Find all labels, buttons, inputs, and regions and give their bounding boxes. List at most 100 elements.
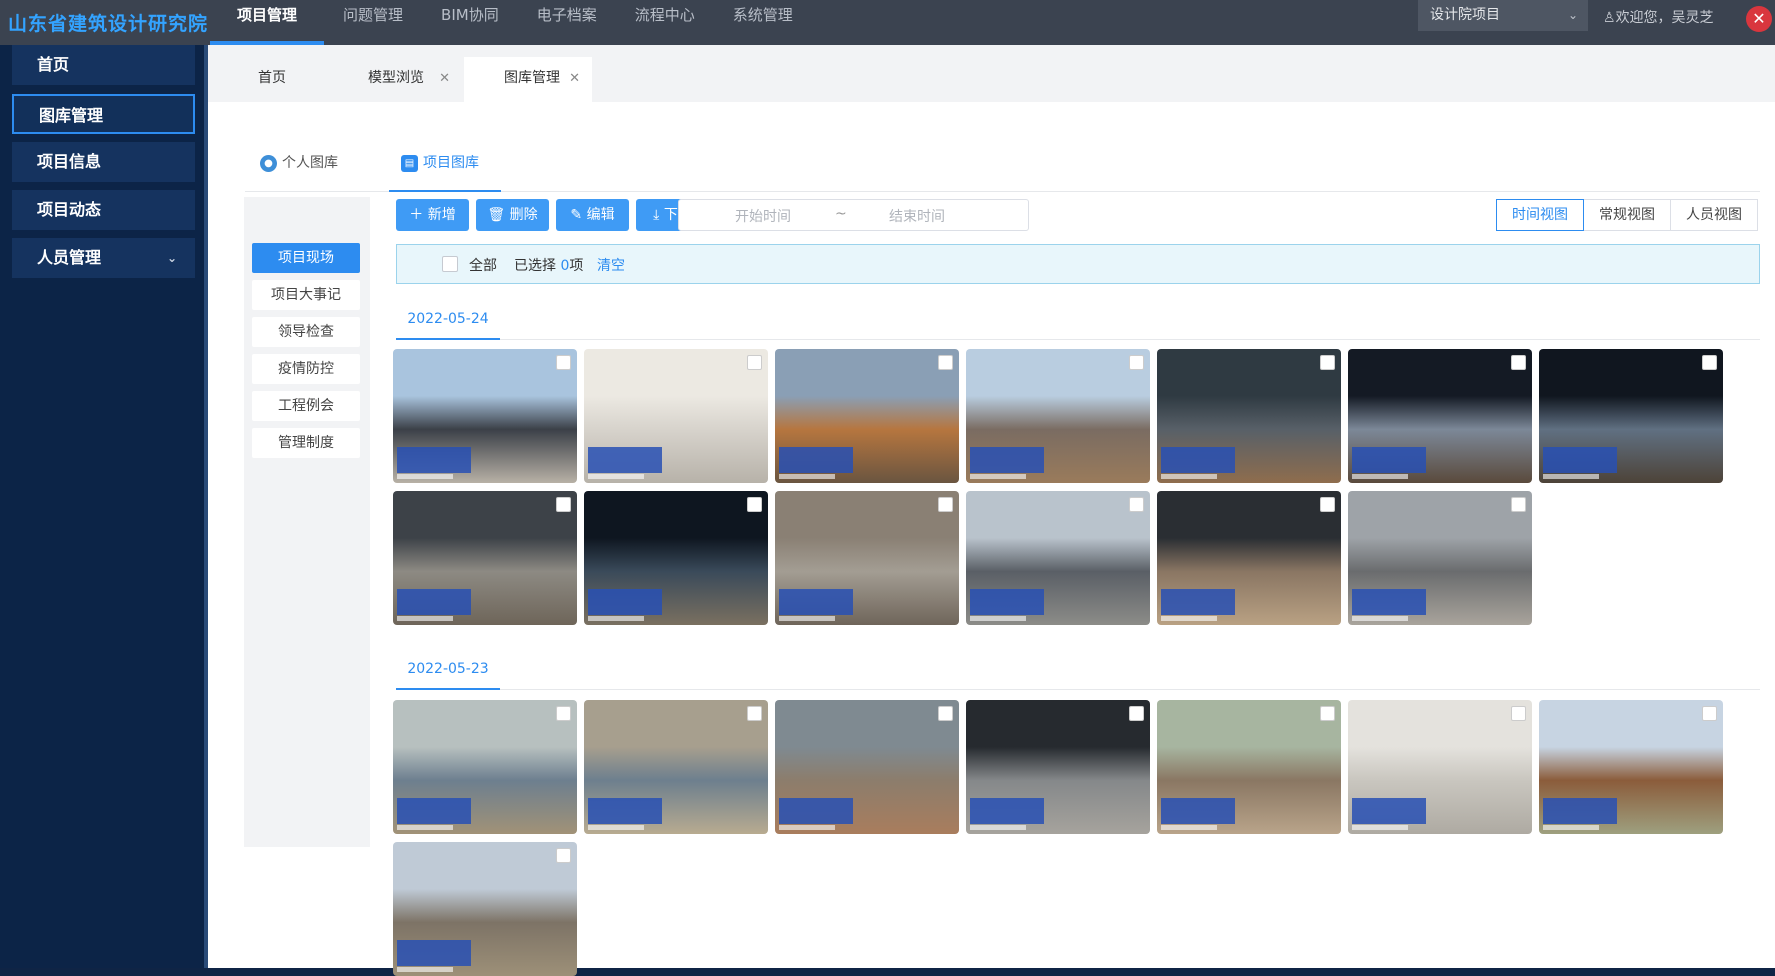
- welcome-text: ♙欢迎您，吴灵芝: [1603, 7, 1714, 27]
- photo-checkbox[interactable]: [1320, 706, 1335, 721]
- close-icon[interactable]: ✕: [569, 57, 580, 100]
- photo-thumbnail[interactable]: [584, 700, 768, 834]
- category-meetings[interactable]: 工程例会: [252, 391, 360, 421]
- photo-checkbox[interactable]: [747, 497, 762, 512]
- category-site[interactable]: 项目现场: [252, 243, 360, 273]
- folder-icon: ▤: [401, 154, 418, 172]
- view-normal-button[interactable]: 常规视图: [1583, 199, 1671, 231]
- photo-thumbnail[interactable]: [775, 349, 959, 483]
- date-range-picker[interactable]: 开始时间 ~ 结束时间: [678, 199, 1029, 231]
- subtab-personal-gallery[interactable]: ● 个人图库: [260, 145, 358, 192]
- project-select[interactable]: 设计院项目 ⌄: [1418, 0, 1588, 31]
- photo-thumbnail[interactable]: [1348, 700, 1532, 834]
- tab-label: 模型浏览: [368, 70, 424, 86]
- download-icon: ⤓: [653, 207, 664, 223]
- photo-checkbox[interactable]: [938, 355, 953, 370]
- tab-gallery-management[interactable]: 图库管理 ✕: [464, 57, 592, 102]
- start-time-input[interactable]: 开始时间: [735, 206, 791, 226]
- delete-button[interactable]: 🗑 删除: [476, 199, 549, 231]
- photo-watermark-line: [588, 616, 644, 621]
- photo-watermark-line: [1352, 616, 1408, 621]
- photo-thumbnail[interactable]: [393, 842, 577, 976]
- photo-checkbox[interactable]: [747, 706, 762, 721]
- topnav-system-management[interactable]: 系统管理: [714, 0, 812, 45]
- sidebar-item-project-info[interactable]: 项目信息: [12, 142, 195, 182]
- photo-thumbnail[interactable]: [393, 700, 577, 834]
- category-rules[interactable]: 管理制度: [252, 428, 360, 458]
- photo-checkbox[interactable]: [1320, 355, 1335, 370]
- photo-checkbox[interactable]: [1511, 706, 1526, 721]
- photo-thumbnail[interactable]: [1157, 491, 1341, 625]
- photo-watermark: [397, 589, 471, 615]
- photo-thumbnail[interactable]: [966, 491, 1150, 625]
- topnav-issue-management[interactable]: 问题管理: [324, 0, 422, 45]
- photo-checkbox[interactable]: [1129, 706, 1144, 721]
- photo-thumbnail[interactable]: [966, 700, 1150, 834]
- photo-thumbnail[interactable]: [775, 700, 959, 834]
- category-milestones[interactable]: 项目大事记: [252, 280, 360, 310]
- topnav-project-management[interactable]: 项目管理: [210, 0, 325, 45]
- category-leader-inspection[interactable]: 领导检查: [252, 317, 360, 347]
- photo-thumbnail[interactable]: [1348, 349, 1532, 483]
- topnav-e-archive[interactable]: 电子档案: [518, 0, 616, 45]
- photo-thumbnail[interactable]: [1157, 349, 1341, 483]
- user-icon: ♙: [1603, 10, 1616, 26]
- sidebar-item-project-news[interactable]: 项目动态: [12, 190, 195, 230]
- photo-checkbox[interactable]: [1702, 706, 1717, 721]
- top-nav: 项目管理 问题管理 BIM协同 电子档案 流程中心 系统管理: [210, 0, 812, 45]
- photo-checkbox[interactable]: [556, 848, 571, 863]
- photo-checkbox[interactable]: [938, 497, 953, 512]
- photo-thumbnail[interactable]: [584, 349, 768, 483]
- photo-checkbox[interactable]: [1511, 355, 1526, 370]
- sidebar-item-gallery[interactable]: 图库管理: [12, 94, 195, 134]
- photo-watermark-line: [779, 474, 835, 479]
- photo-checkbox[interactable]: [556, 355, 571, 370]
- trash-icon: 🗑: [487, 207, 510, 223]
- photo-checkbox[interactable]: [1702, 355, 1717, 370]
- photo-thumbnail[interactable]: [584, 491, 768, 625]
- photo-checkbox[interactable]: [938, 706, 953, 721]
- photo-checkbox[interactable]: [1511, 497, 1526, 512]
- view-person-button[interactable]: 人员视图: [1670, 199, 1758, 231]
- view-timeline-button[interactable]: 时间视图: [1496, 199, 1584, 231]
- end-time-input[interactable]: 结束时间: [889, 206, 945, 226]
- project-select-value: 设计院项目: [1430, 7, 1500, 23]
- date-group-label: 2022-05-24: [396, 300, 500, 340]
- photo-watermark: [588, 447, 662, 473]
- photo-checkbox[interactable]: [556, 706, 571, 721]
- topnav-bim-collab[interactable]: BIM协同: [422, 0, 518, 45]
- photo-watermark-line: [588, 825, 644, 830]
- chevron-down-icon: ⌄: [1567, 8, 1578, 22]
- photo-thumbnail[interactable]: [1348, 491, 1532, 625]
- tab-model-browse[interactable]: 模型浏览 ✕: [332, 57, 462, 102]
- photo-watermark-line: [1352, 825, 1408, 830]
- photo-thumbnail[interactable]: [775, 491, 959, 625]
- sidebar-item-home[interactable]: 首页: [12, 45, 195, 85]
- tab-home[interactable]: 首页: [222, 57, 312, 102]
- close-icon[interactable]: ✕: [439, 57, 450, 100]
- photo-checkbox[interactable]: [747, 355, 762, 370]
- photo-thumbnail[interactable]: [1539, 700, 1723, 834]
- photo-checkbox[interactable]: [556, 497, 571, 512]
- photo-checkbox[interactable]: [1320, 497, 1335, 512]
- subtab-project-gallery[interactable]: ▤ 项目图库: [389, 145, 501, 192]
- edit-button[interactable]: ✎ 编辑: [556, 199, 629, 231]
- photo-thumbnail[interactable]: [393, 349, 577, 483]
- add-button[interactable]: ＋ 新增: [396, 199, 469, 231]
- close-icon[interactable]: ✕: [1746, 6, 1772, 32]
- sidebar-item-personnel[interactable]: 人员管理 ⌄: [12, 238, 195, 278]
- photo-checkbox[interactable]: [1129, 497, 1144, 512]
- photo-checkbox[interactable]: [1129, 355, 1144, 370]
- photo-thumbnail[interactable]: [1539, 349, 1723, 483]
- photo-thumbnail[interactable]: [393, 491, 577, 625]
- photo-thumbnail[interactable]: [966, 349, 1150, 483]
- photo-thumbnail[interactable]: [1157, 700, 1341, 834]
- photo-watermark: [397, 447, 471, 473]
- category-epidemic[interactable]: 疫情防控: [252, 354, 360, 384]
- photo-watermark: [1543, 447, 1617, 473]
- clear-selection-link[interactable]: 清空: [597, 255, 625, 275]
- photo-watermark: [1352, 798, 1426, 824]
- topnav-workflow-center[interactable]: 流程中心: [616, 0, 714, 45]
- photo-watermark: [1161, 589, 1235, 615]
- select-all-checkbox[interactable]: [442, 256, 458, 272]
